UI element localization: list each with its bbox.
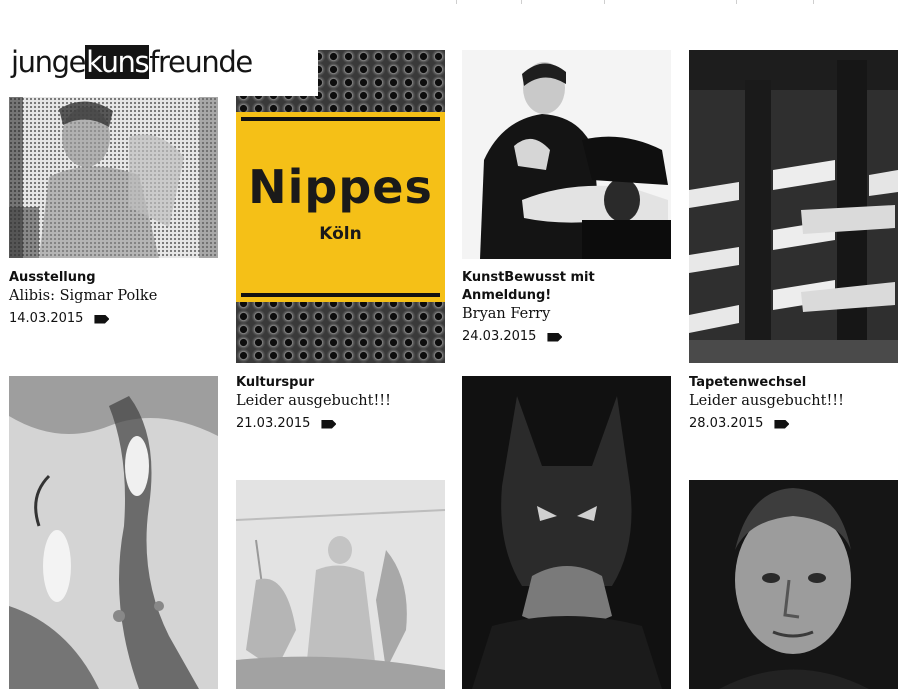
event-title[interactable]: KunstBewusst mit Anmeldung!: [462, 269, 670, 305]
event-subtitle[interactable]: Leider ausgebucht!!!: [236, 392, 444, 410]
logo-text-post: freunde: [149, 45, 253, 79]
tag-icon[interactable]: [94, 314, 110, 324]
event-image-herzog[interactable]: [689, 480, 898, 689]
tag-icon[interactable]: [774, 419, 790, 429]
event-date-row: 21.03.2015: [236, 415, 444, 433]
site-logo[interactable]: jungekunsfreunde: [11, 45, 253, 79]
event-caption-kulturspur: Kulturspur Leider ausgebucht!!! 21.03.20…: [236, 374, 444, 433]
event-date: 24.03.2015: [462, 329, 537, 344]
event-image-bryan-ferry[interactable]: [462, 50, 671, 259]
tag-icon[interactable]: [321, 419, 337, 429]
event-subtitle[interactable]: Bryan Ferry: [462, 305, 670, 323]
event-title[interactable]: Ausstellung: [9, 269, 217, 287]
town-sign: Nippes Köln: [236, 112, 445, 302]
herzog-portrait-art: [689, 480, 898, 689]
event-date-row: 28.03.2015: [689, 415, 897, 433]
sign-subtext: Köln: [319, 224, 362, 244]
sign-text: Nippes: [248, 160, 433, 214]
event-image-polke[interactable]: [9, 97, 218, 258]
event-image-engraving[interactable]: [9, 376, 218, 689]
tag-icon[interactable]: [547, 332, 563, 342]
baroque-drawing-art: [236, 480, 445, 689]
event-title[interactable]: Tapetenwechsel: [689, 374, 897, 392]
event-image-nippes[interactable]: Nippes Köln: [236, 50, 445, 363]
theater-balconies-art: [689, 50, 898, 363]
event-image-batman[interactable]: [462, 376, 671, 689]
event-subtitle[interactable]: Leider ausgebucht!!!: [689, 392, 897, 410]
event-date: 14.03.2015: [9, 311, 84, 326]
nav-separator: [604, 0, 605, 4]
halftone-portrait-art: [9, 97, 218, 258]
batman-art: [462, 376, 671, 689]
nav-separator: [456, 0, 457, 4]
logo-text-highlight: kuns: [85, 45, 150, 79]
event-caption-tapetenwechsel: Tapetenwechsel Leider ausgebucht!!! 28.0…: [689, 374, 897, 433]
event-date: 21.03.2015: [236, 416, 311, 431]
nav-separator: [813, 0, 814, 4]
nav-separator: [521, 0, 522, 4]
engraving-art: [9, 376, 218, 689]
event-image-baroque-drawing[interactable]: [236, 480, 445, 689]
bryan-ferry-photo-art: [462, 50, 671, 259]
logo-text-pre: junge: [11, 45, 86, 79]
event-caption-polke: Ausstellung Alibis: Sigmar Polke 14.03.2…: [9, 269, 217, 328]
event-date: 28.03.2015: [689, 416, 764, 431]
event-title[interactable]: Kulturspur: [236, 374, 444, 392]
event-date-row: 14.03.2015: [9, 310, 217, 328]
event-subtitle[interactable]: Alibis: Sigmar Polke: [9, 287, 217, 305]
event-image-theater[interactable]: [689, 50, 898, 363]
event-caption-kunstbewusst: KunstBewusst mit Anmeldung! Bryan Ferry …: [462, 269, 670, 346]
event-date-row: 24.03.2015: [462, 328, 670, 346]
nav-separator: [736, 0, 737, 4]
site-header: jungekunsfreunde: [0, 42, 318, 96]
